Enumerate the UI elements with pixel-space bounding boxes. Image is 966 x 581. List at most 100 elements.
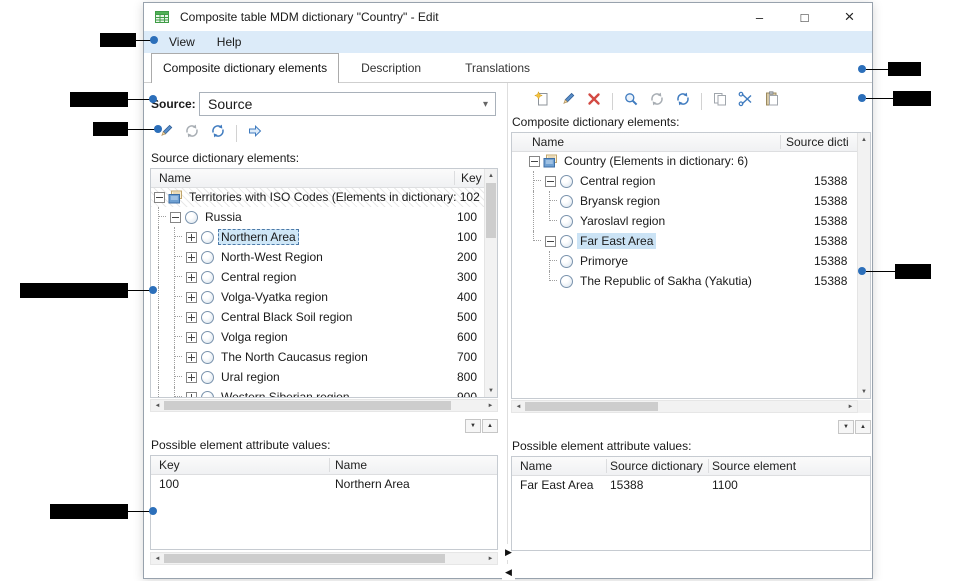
delete-element-button[interactable]	[581, 89, 607, 113]
column-header-name[interactable]: Name	[532, 133, 564, 151]
scroll-right-button[interactable]: ►	[484, 553, 497, 564]
expand-toggle[interactable]	[542, 231, 558, 251]
expand-toggle[interactable]	[183, 367, 199, 387]
attr-column-name[interactable]: Name	[335, 456, 367, 474]
sync-web-button[interactable]	[179, 121, 205, 145]
tree-node-label: The Republic of Sakha (Yakutia)	[577, 273, 755, 289]
tab-composite-dictionary-elements[interactable]: Composite dictionary elements	[151, 53, 339, 83]
attr-row[interactable]: Far East Area 15388 1100	[512, 475, 870, 495]
tree-row-root[interactable]: Country (Elements in dictionary: 6)	[512, 151, 857, 171]
tree-row[interactable]: The Republic of Sakha (Yakutia) 15388	[512, 271, 857, 291]
tree-row[interactable]: Central region 15388	[512, 171, 857, 191]
column-header-name[interactable]: Name	[159, 169, 191, 187]
scroll-down-button[interactable]: ▼	[485, 384, 497, 397]
source-combobox[interactable]: Source ▾	[199, 92, 496, 116]
expand-toggle[interactable]	[183, 387, 199, 397]
send-to-composite-button[interactable]	[242, 121, 268, 145]
horizontal-scrollbar[interactable]: ◄ ►	[150, 552, 498, 565]
tree-node-key: 900	[457, 390, 477, 397]
search-button[interactable]	[618, 89, 644, 113]
panel-splitter[interactable]: ▶ ◀	[504, 83, 511, 578]
collapse-icon	[529, 156, 540, 167]
scroll-thumb[interactable]	[486, 183, 496, 238]
attr-column-key[interactable]: Key	[159, 456, 180, 474]
collapse-icon	[154, 192, 165, 203]
callout-box-tabs	[888, 62, 921, 76]
callout-box-composite-toolbar	[893, 91, 931, 106]
expand-toggle[interactable]	[151, 187, 167, 207]
column-header-key[interactable]: Key	[461, 169, 482, 187]
scroll-left-button[interactable]: ◄	[151, 400, 164, 411]
sync-web-button[interactable]	[644, 89, 670, 113]
expand-all-button[interactable]: ▲	[855, 420, 871, 434]
scroll-left-button[interactable]: ◄	[512, 401, 525, 412]
tree-row[interactable]: Volga-Vyatka region 400	[151, 287, 484, 307]
close-button[interactable]: ×	[827, 3, 872, 31]
edit-element-button[interactable]	[555, 89, 581, 113]
scroll-up-button[interactable]: ▲	[485, 169, 497, 182]
tree-row[interactable]: Bryansk region 15388	[512, 191, 857, 211]
tree-row[interactable]: Central region 300	[151, 267, 484, 287]
expand-toggle[interactable]	[183, 227, 199, 247]
tree-row[interactable]: Western Siberian region 900	[151, 387, 484, 397]
tab-translations[interactable]: Translations	[443, 54, 552, 82]
attr-column-source-element[interactable]: Source element	[712, 457, 796, 475]
tree-row[interactable]: Yaroslavl region 15388	[512, 211, 857, 231]
scroll-thumb[interactable]	[164, 554, 445, 563]
tree-guide	[151, 247, 167, 267]
attr-column-source-dictionary[interactable]: Source dictionary	[610, 457, 703, 475]
tree-row[interactable]: The North Caucasus region 700	[151, 347, 484, 367]
scroll-up-button[interactable]: ▲	[858, 133, 870, 146]
expand-icon	[186, 252, 197, 263]
copy-button[interactable]	[707, 89, 733, 113]
vertical-scrollbar[interactable]: ▲ ▼	[857, 133, 870, 398]
chevron-down-icon[interactable]: ▾	[483, 99, 495, 110]
expand-toggle[interactable]	[183, 327, 199, 347]
expand-toggle[interactable]	[526, 151, 542, 171]
horizontal-scrollbar[interactable]: ◄ ►	[150, 399, 498, 412]
tree-row[interactable]: North-West Region 200	[151, 247, 484, 267]
add-element-button[interactable]	[529, 89, 555, 113]
attr-row[interactable]: 100 Northern Area	[151, 474, 497, 494]
menu-view[interactable]: View	[158, 31, 206, 53]
expand-icon	[186, 272, 197, 283]
tree-row-selected[interactable]: Northern Area 100	[151, 227, 484, 247]
collapse-all-button[interactable]: ▼	[838, 420, 854, 434]
vertical-scrollbar[interactable]: ▲ ▼	[484, 169, 497, 397]
horizontal-scrollbar[interactable]: ◄ ►	[511, 400, 858, 413]
expand-all-button[interactable]: ▲	[482, 419, 498, 433]
scroll-thumb[interactable]	[164, 401, 451, 410]
menu-help[interactable]: Help	[206, 31, 253, 53]
expand-toggle[interactable]	[542, 171, 558, 191]
expand-toggle[interactable]	[183, 287, 199, 307]
scroll-thumb[interactable]	[525, 402, 658, 411]
expand-toggle[interactable]	[183, 347, 199, 367]
expand-toggle[interactable]	[183, 247, 199, 267]
tree-row-root[interactable]: Territories with ISO Codes (Elements in …	[151, 187, 484, 207]
tree-row[interactable]: Central Black Soil region 500	[151, 307, 484, 327]
refresh-button[interactable]	[205, 121, 231, 145]
tree-guide	[167, 227, 183, 247]
tree-row-selected[interactable]: Far East Area 15388	[512, 231, 857, 251]
expand-toggle[interactable]	[167, 207, 183, 227]
expand-toggle[interactable]	[183, 307, 199, 327]
tree-row[interactable]: Volga region 600	[151, 327, 484, 347]
column-header-source-dictionary[interactable]: Source dictiona	[786, 133, 848, 151]
paste-button[interactable]	[759, 89, 785, 113]
tree-row[interactable]: Ural region 800	[151, 367, 484, 387]
scroll-right-button[interactable]: ►	[844, 401, 857, 412]
tree-row[interactable]: Primorye 15388	[512, 251, 857, 271]
tree-node-label: Yaroslavl region	[577, 213, 668, 229]
scroll-left-button[interactable]: ◄	[151, 553, 164, 564]
cut-button[interactable]	[733, 89, 759, 113]
scroll-right-button[interactable]: ►	[484, 400, 497, 411]
minimize-button[interactable]: –	[737, 3, 782, 31]
scroll-down-button[interactable]: ▼	[858, 385, 870, 398]
attr-column-name[interactable]: Name	[520, 457, 552, 475]
tab-description[interactable]: Description	[339, 54, 443, 82]
collapse-all-button[interactable]: ▼	[465, 419, 481, 433]
refresh-button[interactable]	[670, 89, 696, 113]
maximize-button[interactable]: □	[782, 3, 827, 31]
expand-toggle[interactable]	[183, 267, 199, 287]
tree-row[interactable]: Russia 100	[151, 207, 484, 227]
